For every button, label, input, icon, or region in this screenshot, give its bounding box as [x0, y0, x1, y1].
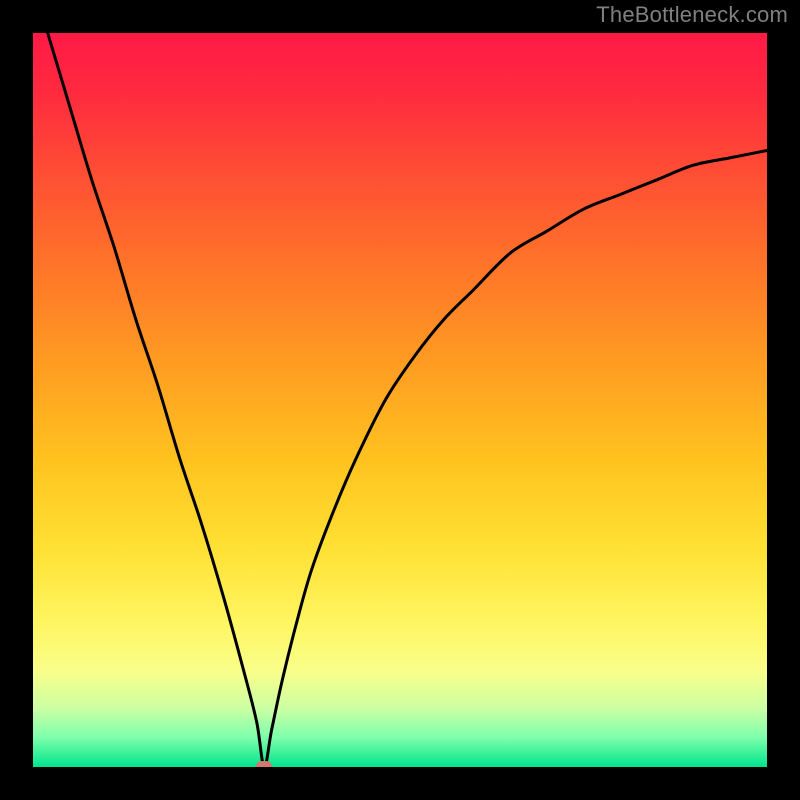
plot-svg — [33, 33, 767, 767]
minimum-marker — [256, 761, 272, 767]
plot-area — [33, 33, 767, 767]
gradient-background — [33, 33, 767, 767]
watermark-label: TheBottleneck.com — [596, 2, 788, 28]
chart-frame: TheBottleneck.com — [0, 0, 800, 800]
